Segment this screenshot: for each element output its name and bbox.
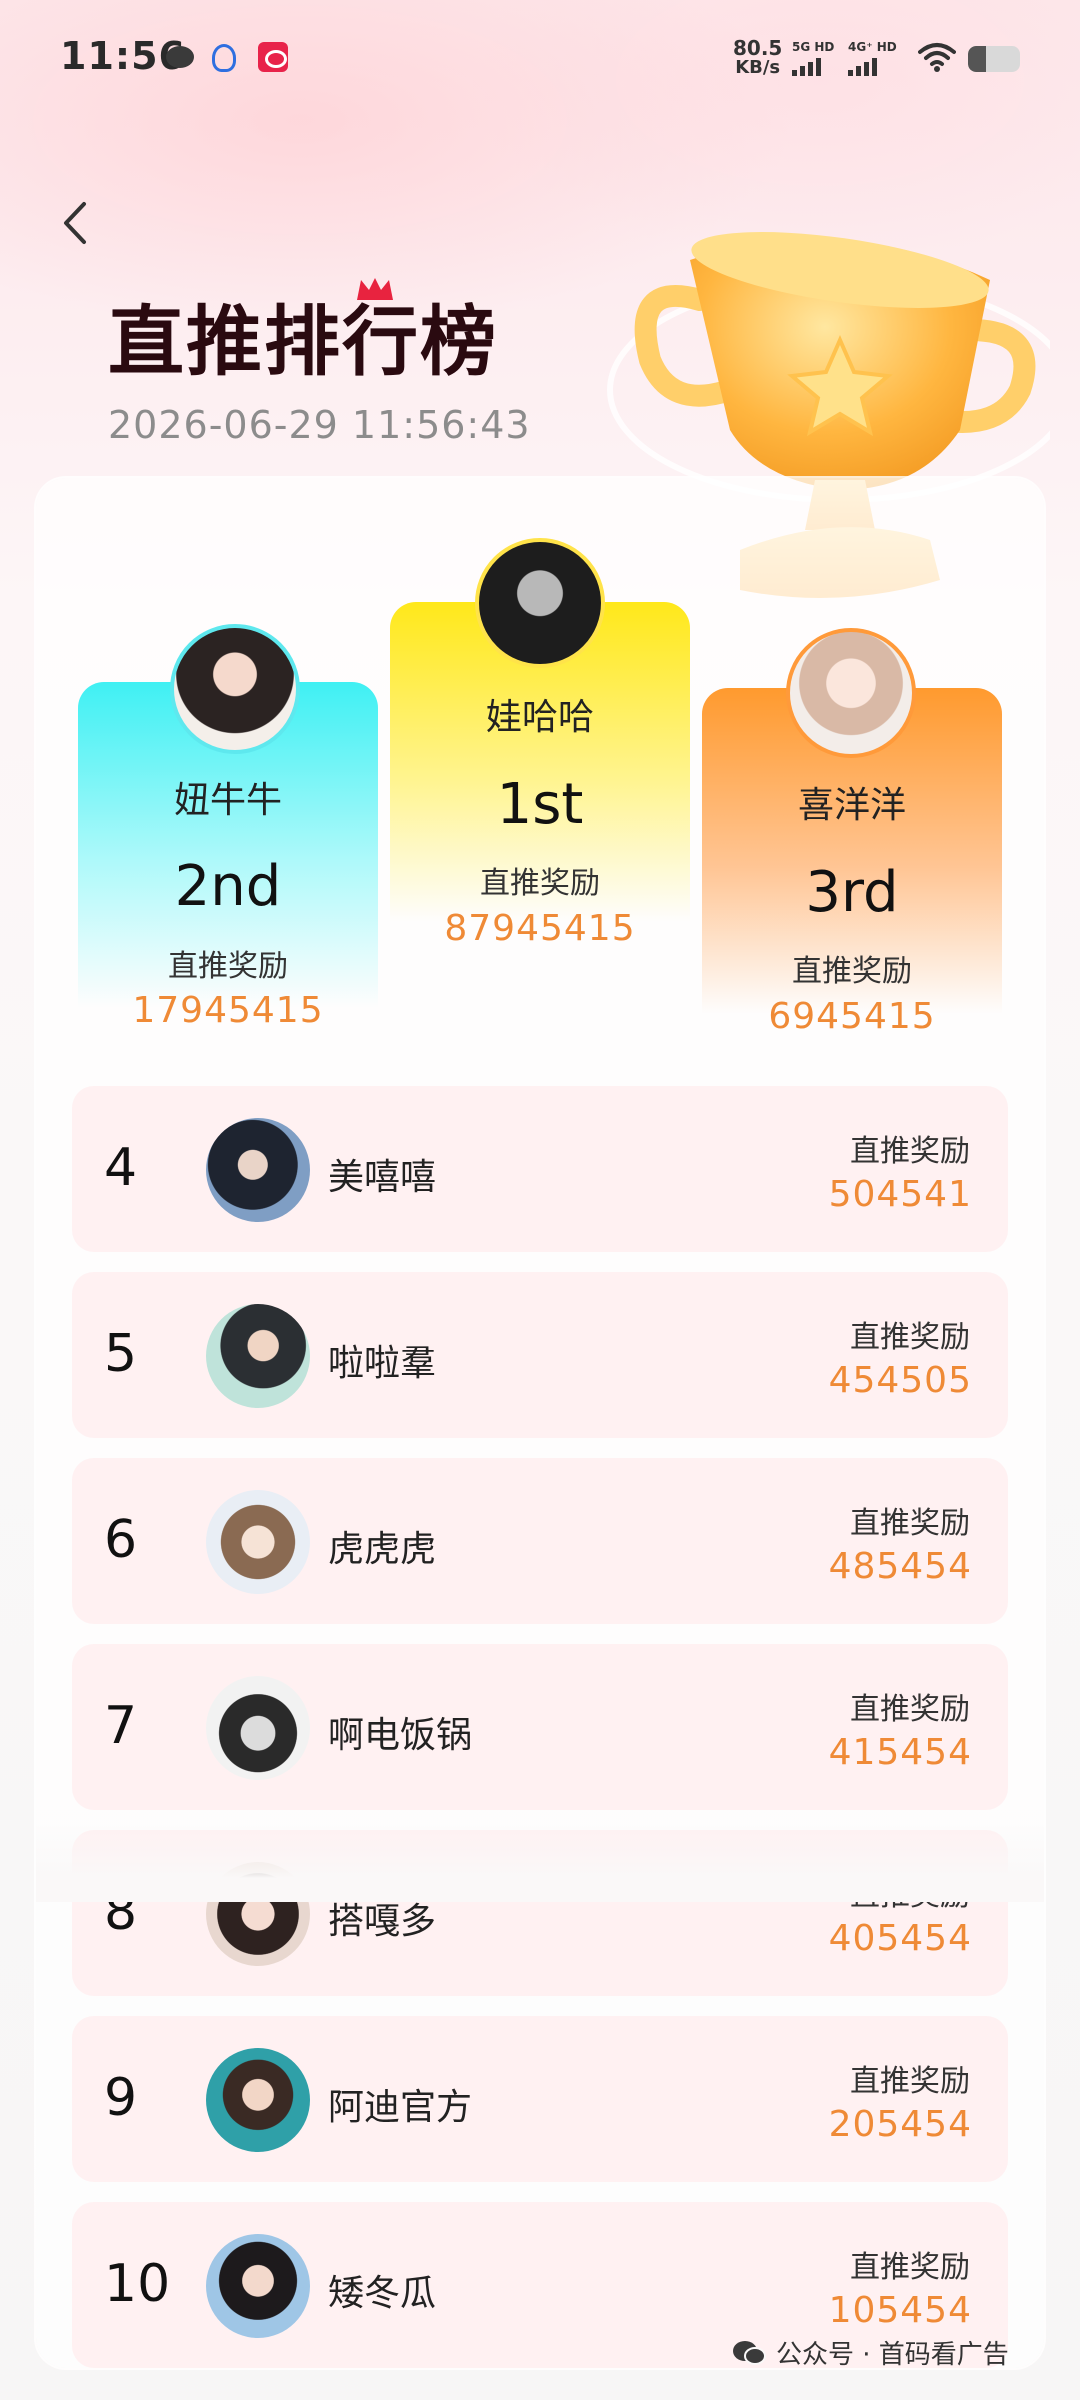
- avatar: [206, 1676, 310, 1780]
- qq-notification-icon: [212, 44, 236, 72]
- avatar: [206, 1118, 310, 1222]
- podium-first[interactable]: 娃哈哈 1st 直推奖励 87945415: [390, 478, 690, 958]
- podium-third-label: 直推奖励: [792, 954, 912, 989]
- avatar: [206, 2048, 310, 2152]
- app-notification-icon: [258, 42, 288, 72]
- signal-bars-icon: [848, 58, 897, 76]
- list-item-label: 直推奖励: [850, 2064, 970, 2099]
- signal-bars-icon: [792, 58, 834, 76]
- avatar: [206, 2234, 310, 2338]
- network-speed-value: 80.5: [733, 36, 783, 60]
- list-item-value: 415454: [828, 1732, 972, 1773]
- list-item-value: 454505: [828, 1360, 972, 1401]
- podium-third-name: 喜洋洋: [797, 785, 906, 826]
- list-item-rank: 6: [104, 1510, 138, 1570]
- podium-third-value: 6945415: [768, 996, 936, 1037]
- list-item-rank: 4: [104, 1138, 138, 1198]
- avatar: [786, 628, 916, 758]
- avatar: [475, 538, 605, 668]
- status-bar: 11:56 80.5 KB/s 5G HD 4G⁺ HD: [0, 0, 1080, 120]
- podium-first-rank: 1st: [496, 772, 584, 837]
- back-arrow-icon[interactable]: [56, 198, 96, 248]
- list-item-label: 直推奖励: [850, 1692, 970, 1727]
- ranking-card: 妞牛牛 2nd 直推奖励 17945415 娃哈哈 1st 直推奖励 87945…: [36, 478, 1044, 2368]
- list-item-rank: 9: [104, 2068, 138, 2128]
- list-item-label: 直推奖励: [850, 1320, 970, 1355]
- podium-third-rank: 3rd: [805, 860, 899, 925]
- podium-first-name: 娃哈哈: [485, 697, 594, 738]
- podium-second[interactable]: 妞牛牛 2nd 直推奖励 17945415: [78, 478, 378, 1038]
- avatar: [170, 624, 300, 754]
- sim1-signal: 5G HD: [792, 40, 834, 76]
- list-item-label: 直推奖励: [850, 1134, 970, 1169]
- watermark: 公众号 · 首码看广告: [732, 2334, 1009, 2371]
- sim2-label: 4G⁺ HD: [848, 40, 897, 54]
- podium-second-name: 妞牛牛: [173, 780, 282, 821]
- list-item-value: 405454: [828, 1918, 972, 1959]
- list-item-name: 啊电饭锅: [328, 1715, 473, 1756]
- battery-icon: [968, 46, 1020, 72]
- crown-icon: [357, 278, 393, 300]
- list-item-rank: 7: [104, 1696, 138, 1756]
- list-item[interactable]: 7 啊电饭锅 直推奖励 415454: [72, 1644, 1008, 1810]
- podium-second-label: 直推奖励: [168, 949, 288, 984]
- list-item[interactable]: 4 美嘻嘻 直推奖励 504541: [72, 1086, 1008, 1252]
- network-speed: 80.5 KB/s: [733, 38, 782, 78]
- podium-second-rank: 2nd: [174, 854, 282, 919]
- list-fade-overlay: [36, 1822, 1044, 1902]
- wechat-notification-icon: [166, 46, 194, 68]
- list-item-value: 105454: [828, 2290, 972, 2331]
- podium-third[interactable]: 喜洋洋 3rd 直推奖励 6945415: [702, 478, 1002, 1038]
- list-item-value: 205454: [828, 2104, 972, 2145]
- battery-level: [968, 46, 987, 72]
- podium-second-value: 17945415: [132, 990, 324, 1031]
- network-speed-unit: KB/s: [735, 57, 781, 78]
- update-timestamp: 2026-06-29 11:56:43: [108, 403, 531, 447]
- sim2-signal: 4G⁺ HD: [848, 40, 897, 76]
- list-item-rank: 5: [104, 1324, 138, 1384]
- avatar: [206, 1490, 310, 1594]
- list-item-rank: 10: [104, 2254, 171, 2314]
- list-item[interactable]: 5 啦啦羣 直推奖励 454505: [72, 1272, 1008, 1438]
- list-item[interactable]: 6 虎虎虎 直推奖励 485454: [72, 1458, 1008, 1624]
- list-item-label: 直推奖励: [850, 2250, 970, 2285]
- list-item[interactable]: 9 阿迪官方 直推奖励 205454: [72, 2016, 1008, 2182]
- list-item-name: 美嘻嘻: [328, 1157, 437, 1198]
- podium-first-value: 87945415: [444, 908, 636, 949]
- wechat-icon: [733, 2340, 766, 2365]
- list-item-value: 485454: [828, 1546, 972, 1587]
- wifi-icon: [918, 43, 956, 72]
- podium-first-label: 直推奖励: [480, 866, 600, 901]
- list-item-label: 直推奖励: [850, 1506, 970, 1541]
- list-item-name: 矮冬瓜: [328, 2273, 437, 2314]
- list-item-value: 504541: [828, 1174, 972, 1215]
- watermark-text: 公众号 · 首码看广告: [776, 2340, 1009, 2370]
- list-item-name: 阿迪官方: [328, 2087, 473, 2128]
- list-item-name: 啦啦羣: [328, 1343, 437, 1384]
- list-item-name: 虎虎虎: [328, 1529, 437, 1570]
- page-title: 直推排行榜: [108, 297, 498, 386]
- sim1-label: 5G HD: [792, 40, 835, 54]
- avatar: [206, 1304, 310, 1408]
